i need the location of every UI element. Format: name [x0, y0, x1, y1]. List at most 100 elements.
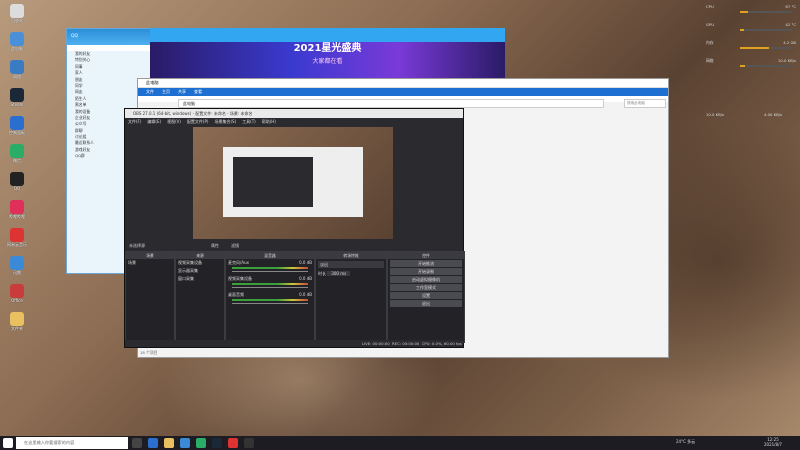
volume-slider[interactable]: [232, 271, 308, 272]
desktop-icon[interactable]: 文件夹: [4, 312, 30, 336]
monitor-bar-fill: [740, 11, 749, 13]
explorer-icon[interactable]: [164, 438, 174, 448]
explorer-status: 18 个项目: [140, 350, 158, 355]
explorer-tab[interactable]: 共享: [178, 89, 186, 94]
desktop-icon-label: 哔哩哔哩: [9, 214, 25, 219]
monitor-label: 网络: [706, 58, 714, 63]
source-item[interactable]: 显示器采集: [176, 267, 224, 275]
desktop-icon-label: 微信: [13, 158, 21, 163]
mixer-channel-level: 0.0 dB: [299, 292, 312, 297]
obs-menu-item[interactable]: 编辑(E): [147, 119, 161, 124]
desktop-icon[interactable]: 网易云音乐: [4, 228, 30, 252]
desktop-icon-label: Steam: [10, 102, 24, 107]
taskbar[interactable]: 在这里输入你要搜索的内容 24°C 多云 12:25 2021/8/7: [0, 436, 800, 450]
duration-input[interactable]: 300 ms: [327, 271, 351, 276]
control-button[interactable]: 启动虚拟摄像机: [390, 276, 462, 283]
desktop-icon[interactable]: 迅雷: [4, 256, 30, 280]
edge-icon[interactable]: [148, 438, 158, 448]
monitor-bar: [740, 47, 792, 49]
explorer-search[interactable]: 搜索此电脑: [624, 99, 666, 108]
obs-preview[interactable]: [193, 127, 393, 239]
mixer-channel[interactable]: 桌面音频 0.0 dB: [226, 291, 314, 307]
task-view-icon[interactable]: [132, 438, 142, 448]
app-icon: [10, 144, 24, 158]
desktop-icon[interactable]: 回收站: [4, 4, 30, 28]
explorer-tab[interactable]: 文件: [146, 89, 154, 94]
mixer-channel[interactable]: 麦克风/Aux 0.0 dB: [226, 259, 314, 275]
monitor-value: 67 °C: [785, 4, 796, 9]
mixer-channel-level: 0.0 dB: [299, 260, 312, 265]
start-icon[interactable]: [3, 438, 13, 448]
mixer-channel-name: 麦克风/Aux: [228, 260, 249, 265]
explorer-address-bar[interactable]: 此电脑: [178, 99, 604, 108]
rec-status: REC: 00:00:00: [392, 341, 420, 346]
obs-menu[interactable]: 文件(F) 编辑(E) 视图(V) 配置文件(P) 场景集合(S) 工具(T) 帮助(H): [125, 118, 463, 125]
filters-button[interactable]: 滤镜: [231, 242, 239, 250]
taskbar-search[interactable]: 在这里输入你要搜索的内容: [16, 437, 128, 449]
obs-menu-item[interactable]: 工具(T): [242, 119, 256, 124]
desktop-icon[interactable]: 控制面板: [4, 116, 30, 140]
desktop-icon[interactable]: 网络: [4, 60, 30, 84]
desktop-icon-label: 文件夹: [11, 326, 23, 331]
explorer-tab[interactable]: 查看: [194, 89, 202, 94]
monitor-bar-fill: [740, 47, 769, 49]
control-button[interactable]: 设置: [390, 292, 462, 299]
source-item[interactable]: 视频采集设备: [176, 259, 224, 267]
web-banner: 2021星光盛典 大家都在看: [150, 28, 505, 78]
qq-header: QQ: [67, 29, 151, 45]
scene-item[interactable]: 场景: [126, 259, 174, 267]
control-button[interactable]: 开始录制: [390, 268, 462, 275]
store-icon[interactable]: [180, 438, 190, 448]
obs-menu-item[interactable]: 场景集合(S): [214, 119, 236, 124]
volume-slider[interactable]: [232, 287, 308, 288]
properties-button[interactable]: 属性: [211, 242, 219, 250]
desktop-icon[interactable]: Office: [4, 284, 30, 308]
desktop-icon-label: 回收站: [11, 18, 23, 23]
obs-window[interactable]: OBS 27.0.1 (64-bit, windows) - 配置文件: 未命名…: [124, 108, 465, 348]
desktop-icon-label: 网易云音乐: [7, 242, 27, 247]
desktop-icon-label: 此电脑: [11, 46, 23, 51]
obs-menu-item[interactable]: 视图(V): [167, 119, 181, 124]
no-source-label: 未选择源: [129, 243, 145, 248]
monitor-bar-fill: [740, 29, 744, 31]
obs-menu-item[interactable]: 配置文件(P): [187, 119, 209, 124]
scenes-dock[interactable]: 场景 场景: [125, 251, 175, 343]
obs-icon[interactable]: [244, 438, 254, 448]
control-button[interactable]: 退出: [390, 300, 462, 307]
monitor-bar-fill: [740, 65, 746, 67]
control-button[interactable]: 开始推流: [390, 260, 462, 267]
desktop-icon[interactable]: QQ: [4, 172, 30, 196]
live-status: LIVE: 00:00:00: [361, 341, 390, 346]
music-icon[interactable]: [228, 438, 238, 448]
cpu-status: CPU: 0.0%, 60.00 fps: [421, 341, 462, 346]
wechat-icon[interactable]: [196, 438, 206, 448]
desktop-icon-label: 迅雷: [13, 270, 21, 275]
sources-dock[interactable]: 来源 视频采集设备 显示器采集 窗口采集: [175, 251, 225, 343]
controls-dock[interactable]: 控件 开始推流 开始录制 启动虚拟摄像机 工作室模式 设置 退出: [387, 251, 465, 343]
app-icon: [10, 88, 24, 102]
desktop-icon[interactable]: 此电脑: [4, 32, 30, 56]
control-button[interactable]: 工作室模式: [390, 284, 462, 291]
desktop-icon[interactable]: Steam: [4, 88, 30, 112]
monitor-value: 4.2 GB: [783, 40, 796, 45]
desktop-icon[interactable]: 微信: [4, 144, 30, 168]
obs-menu-item[interactable]: 文件(F): [128, 119, 141, 124]
mixer-channel-level: 0.0 dB: [299, 276, 312, 281]
obs-title: OBS 27.0.1 (64-bit, windows) - 配置文件: 未命名…: [125, 109, 463, 118]
obs-menu-item[interactable]: 帮助(H): [262, 119, 276, 124]
monitor-bar: [740, 11, 792, 13]
transition-select[interactable]: 淡出: [318, 261, 384, 268]
steam-icon[interactable]: [212, 438, 222, 448]
clock[interactable]: 12:25 2021/8/7: [764, 437, 782, 447]
app-icon: [10, 32, 24, 46]
desktop-icon[interactable]: 哔哩哔哩: [4, 200, 30, 224]
mixer-channel[interactable]: 视频采集设备 0.0 dB: [226, 275, 314, 291]
explorer-tab[interactable]: 主页: [162, 89, 170, 94]
app-icon: [10, 228, 24, 242]
source-item[interactable]: 窗口采集: [176, 275, 224, 283]
volume-slider[interactable]: [232, 303, 308, 304]
browser-toolbar: [150, 28, 505, 42]
app-icon: [10, 256, 24, 270]
mixer-dock[interactable]: 混音器 麦克风/Aux 0.0 dB 视频采集设备 0.0 dB 桌面音频 0.0 dB: [225, 251, 315, 343]
transitions-dock[interactable]: 转场特效 淡出 时长 300 ms: [315, 251, 387, 343]
